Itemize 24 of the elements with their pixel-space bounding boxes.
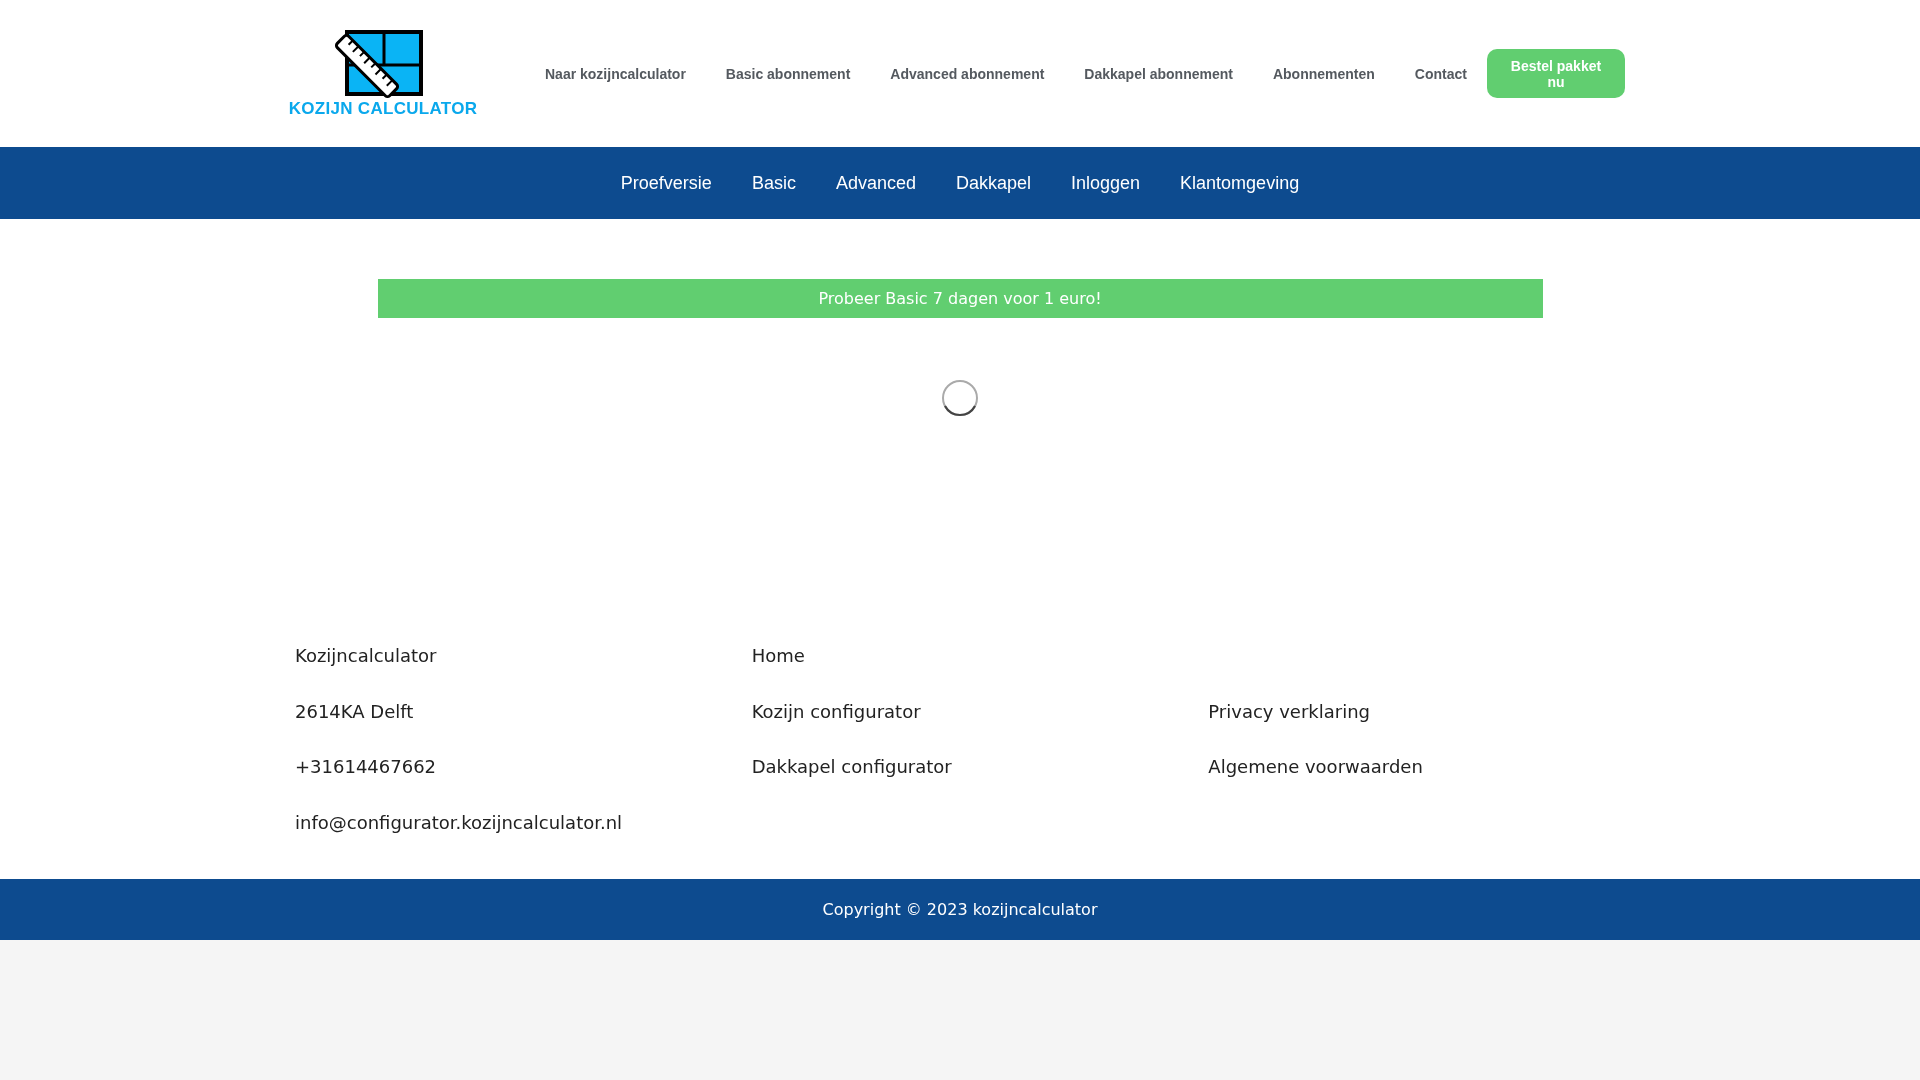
footer-link[interactable]: Kozijn configurator [751, 683, 1169, 739]
nav-link[interactable]: Proefversie [600, 172, 732, 194]
logo-text: KOZIJN CALCULATOR [288, 98, 478, 119]
nav-link[interactable]: Naar kozijncalculator [525, 65, 706, 82]
loading-spinner-icon [941, 379, 979, 417]
footer-link[interactable]: Home [751, 628, 1169, 684]
nav-link[interactable]: Dakkapel [935, 172, 1051, 194]
nav-link[interactable]: Advanced abonnement [870, 65, 1065, 82]
nav-link[interactable]: Contact [1394, 65, 1487, 82]
nav-link[interactable]: Basic [731, 172, 816, 194]
footer-text: 2614KA Delft [295, 699, 415, 724]
footer-text: Kozijncalculator [295, 644, 438, 668]
copyright-bar: Copyright © 2023 kozijncalculator [0, 879, 1920, 940]
nav-link[interactable]: Klantomgeving [1160, 172, 1320, 194]
nav-link[interactable]: Advanced [815, 172, 936, 194]
footer-text: info@configurator.kozijncalculator.nl [295, 810, 624, 835]
footer-text: +31614467662 [295, 755, 438, 779]
nav-link[interactable]: Basic abonnement [705, 65, 871, 82]
nav-link[interactable]: Dakkapel abonnement [1064, 65, 1253, 82]
footer-link[interactable]: Dakkapel configurator [751, 739, 1169, 795]
nav-link[interactable]: Inloggen [1051, 172, 1161, 194]
footer-link[interactable]: Privacy verklaring [1208, 683, 1625, 739]
footer-link[interactable]: Algemene voorwaarden [1208, 739, 1625, 795]
nav-link[interactable]: Abonnementen [1252, 65, 1395, 82]
